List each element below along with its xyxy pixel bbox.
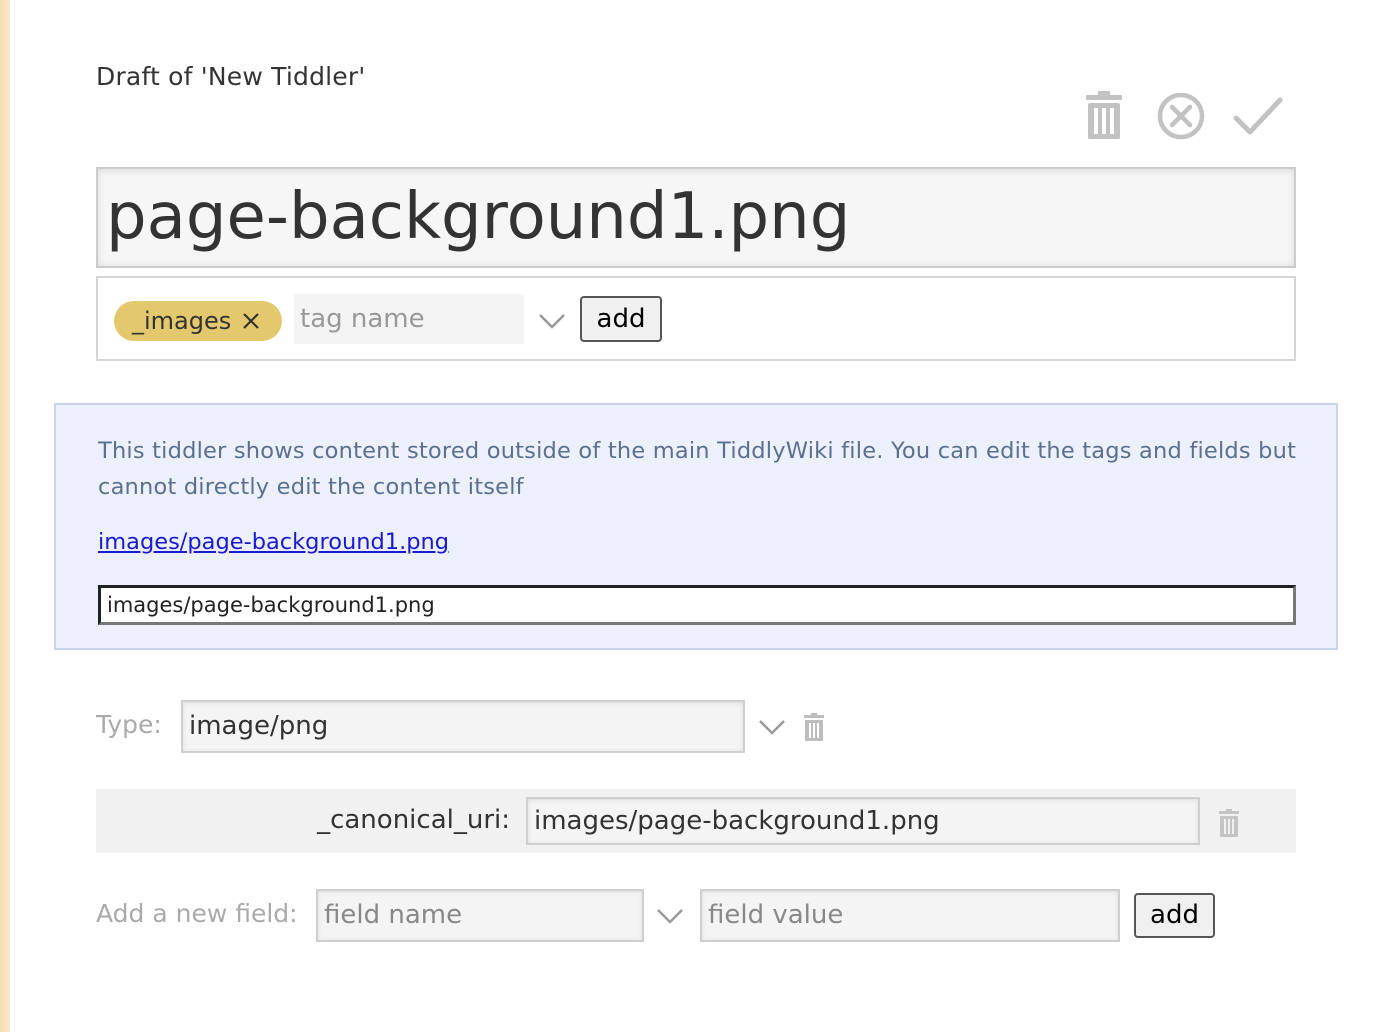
cancel-button[interactable] <box>1153 86 1209 146</box>
type-input[interactable]: image/png <box>181 700 745 753</box>
title-input[interactable]: page-background1.png <box>96 167 1296 268</box>
canonical-uri-input[interactable]: images/page-background1.png <box>98 585 1296 625</box>
chevron-down-icon[interactable] <box>656 906 684 926</box>
trash-icon[interactable] <box>803 713 825 741</box>
new-field-label: Add a new field: <box>96 899 298 928</box>
tiddler-toolbar <box>1076 86 1286 146</box>
field-name-label: _canonical_uri: <box>317 805 510 835</box>
external-content-notice: This tiddler shows content stored outsid… <box>54 403 1338 650</box>
field-value-input[interactable]: images/page-background1.png <box>526 797 1200 845</box>
close-icon[interactable] <box>242 312 260 330</box>
chevron-down-icon[interactable] <box>758 717 786 737</box>
trash-icon[interactable] <box>1218 809 1240 837</box>
chevron-down-icon[interactable] <box>538 311 566 331</box>
trash-icon <box>1086 91 1122 139</box>
field-name-input[interactable]: field name <box>316 889 644 942</box>
tag-pill-images[interactable]: _images <box>114 301 282 341</box>
delete-button[interactable] <box>1076 86 1132 146</box>
tag-name-input[interactable]: tag name <box>294 294 524 344</box>
field-row-canonical-uri: _canonical_uri: images/page-background1.… <box>96 789 1296 853</box>
tags-editor: _images tag name add <box>96 276 1296 361</box>
close-circle-icon <box>1157 92 1205 140</box>
notice-message: This tiddler shows content stored outsid… <box>98 438 1297 500</box>
draft-subtitle: Draft of 'New Tiddler' <box>96 62 366 91</box>
checkmark-icon <box>1233 97 1283 135</box>
save-button[interactable] <box>1230 86 1286 146</box>
type-label: Type: <box>96 710 162 739</box>
field-value-new-input[interactable]: field value <box>700 889 1120 942</box>
story-river-edge <box>0 0 10 1032</box>
canonical-uri-link[interactable]: images/page-background1.png <box>98 529 449 555</box>
tag-label: _images <box>132 307 232 335</box>
add-tag-button[interactable]: add <box>580 296 662 342</box>
add-field-button[interactable]: add <box>1134 893 1215 938</box>
